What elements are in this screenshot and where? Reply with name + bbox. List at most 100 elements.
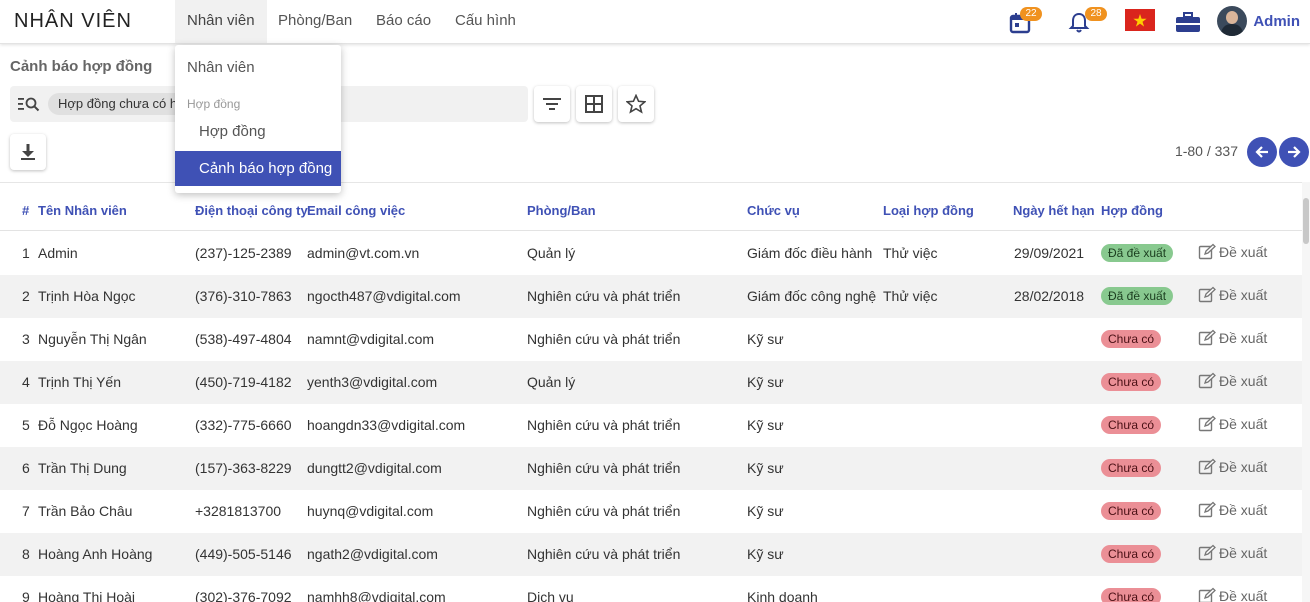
col-department[interactable]: Phòng/Ban xyxy=(527,203,596,218)
edit-icon xyxy=(1198,286,1216,303)
filter-button[interactable] xyxy=(534,86,570,122)
propose-button[interactable]: Đề xuất xyxy=(1198,458,1267,476)
cell-department: Quản lý xyxy=(527,374,576,390)
propose-label: Đề xuất xyxy=(1219,502,1268,518)
propose-button[interactable]: Đề xuất xyxy=(1198,587,1267,602)
col-contract[interactable]: Hợp đồng xyxy=(1101,203,1163,218)
cell-email: huynq@vdigital.com xyxy=(307,503,434,519)
table-row[interactable]: 2 Trịnh Hòa Ngọc (376)-310-7863 ngocth487@v… xyxy=(0,275,1302,318)
col-contract-type[interactable]: Loại hợp đồng xyxy=(883,203,974,218)
cell-name: Đỗ Ngọc Hoàng xyxy=(38,417,138,433)
table-row[interactable]: 8 Hoàng Anh Hoàng (449)-505-5146 ngath2@vdi… xyxy=(0,533,1302,576)
col-phone[interactable]: Điện thoại công ty xyxy=(195,203,308,218)
nav-dropdown-menu: Nhân viên Hợp đồng Hợp đồng Cảnh báo hợp… xyxy=(175,45,341,193)
dropdown-item-canh-bao-hop-dong[interactable]: Cảnh báo hợp đồng xyxy=(175,151,341,186)
calendar-button[interactable]: 22 xyxy=(1006,7,1042,36)
table-row[interactable]: 1 Admin (237)-125-2389 admin@vt.com.vn Quản … xyxy=(0,232,1302,275)
propose-label: Đề xuất xyxy=(1219,459,1268,475)
cell-position: Kỹ sư xyxy=(747,417,784,433)
propose-button[interactable]: Đề xuất xyxy=(1198,243,1267,261)
cell-number: 2 xyxy=(22,288,30,304)
edit-icon xyxy=(1198,372,1216,389)
status-badge: Chưa có xyxy=(1101,459,1162,477)
status-badge: Chưa có xyxy=(1101,588,1162,602)
search-list-icon xyxy=(18,97,40,112)
propose-button[interactable]: Đề xuất xyxy=(1198,372,1267,390)
propose-button[interactable]: Đề xuất xyxy=(1198,544,1267,562)
dropdown-item-hop-dong[interactable]: Hợp đồng xyxy=(175,123,341,140)
download-icon xyxy=(21,144,35,160)
cell-email: namhh8@vdigital.com xyxy=(307,589,446,602)
cell-phone: +3281813700 xyxy=(195,503,282,519)
notification-button[interactable]: 28 xyxy=(1065,7,1107,36)
dropdown-item-nhan-vien[interactable]: Nhân viên xyxy=(175,59,341,76)
cell-name: Trịnh Thị Yến xyxy=(38,374,122,390)
cell-position: Kỹ sư xyxy=(747,374,784,390)
table-scrollbar[interactable] xyxy=(1302,182,1310,602)
cell-department: Nghiên cứu và phát triển xyxy=(527,460,681,476)
propose-button[interactable]: Đề xuất xyxy=(1198,415,1267,433)
table-row[interactable]: 4 Trịnh Thị Yến (450)-719-4182 yenth3@vdigi… xyxy=(0,361,1302,404)
download-button[interactable] xyxy=(10,134,46,170)
table-row[interactable]: 3 Nguyễn Thị Ngân (538)-497-4804 namnt@vdig… xyxy=(0,318,1302,361)
favorites-button[interactable] xyxy=(618,86,654,122)
status-badge: Chưa có xyxy=(1101,373,1162,391)
col-position[interactable]: Chức vụ xyxy=(747,203,800,218)
cell-phone: (538)-497-4804 xyxy=(195,331,292,347)
scrollbar-thumb[interactable] xyxy=(1303,198,1309,244)
status-badge: Chưa có xyxy=(1101,502,1162,520)
cell-name: Hoàng Anh Hoàng xyxy=(38,546,153,562)
pager-info: 1-80 / 337 xyxy=(1174,143,1238,159)
top-bar: NHÂN VIÊN Nhân viên Phòng/Ban Báo cáo Cấ… xyxy=(0,0,1310,44)
group-by-button[interactable] xyxy=(576,86,612,122)
cell-position: Kinh doanh xyxy=(747,589,818,602)
cell-name: Trần Thị Dung xyxy=(38,460,127,476)
cell-email: hoangdn33@vdigital.com xyxy=(307,417,466,433)
app-title: NHÂN VIÊN xyxy=(14,10,132,32)
cell-position: Kỹ sư xyxy=(747,460,784,476)
propose-label: Đề xuất xyxy=(1219,244,1268,260)
user-menu[interactable]: Admin xyxy=(1217,6,1300,36)
table-row[interactable]: 7 Trần Bảo Châu +3281813700 huynq@vdigital.… xyxy=(0,490,1302,533)
edit-icon xyxy=(1198,501,1216,518)
notification-badge: 28 xyxy=(1085,7,1107,21)
cell-number: 3 xyxy=(22,331,30,347)
search-filter-chip[interactable]: Hợp đồng chưa có hiệu lực xyxy=(48,93,188,115)
propose-label: Đề xuất xyxy=(1219,545,1268,561)
calendar-badge: 22 xyxy=(1020,7,1042,21)
next-page-button[interactable] xyxy=(1279,137,1309,167)
propose-button[interactable]: Đề xuất xyxy=(1198,329,1267,347)
nav-nhan-vien[interactable]: Nhân viên xyxy=(175,0,267,43)
col-name[interactable]: Tên Nhân viên xyxy=(38,203,127,218)
table-row[interactable]: 5 Đỗ Ngọc Hoàng (332)-775-6660 hoangdn33@vd… xyxy=(0,404,1302,447)
cell-expiry: 29/09/2021 xyxy=(1014,245,1085,261)
cell-position: Giám đốc công nghệ xyxy=(747,288,877,304)
language-button[interactable] xyxy=(1125,9,1155,31)
cell-email: namnt@vdigital.com xyxy=(307,331,435,347)
edit-icon xyxy=(1198,329,1216,346)
nav-cau-hinh[interactable]: Cấu hình xyxy=(443,0,528,43)
col-expiry[interactable]: Ngày hết hạn xyxy=(1013,203,1095,218)
cell-contract-type: Thử việc xyxy=(883,245,938,261)
nav-phong-ban[interactable]: Phòng/Ban xyxy=(266,0,364,43)
col-email[interactable]: Email công việc xyxy=(307,203,405,218)
cell-number: 7 xyxy=(22,503,30,519)
col-number[interactable]: # xyxy=(22,203,29,218)
table-row[interactable]: 9 Hoàng Thị Hoài (302)-376-7092 namhh8@vdig… xyxy=(0,576,1302,602)
cell-email: ngocth487@vdigital.com xyxy=(307,288,461,304)
propose-label: Đề xuất xyxy=(1219,287,1268,303)
propose-button[interactable]: Đề xuất xyxy=(1198,286,1267,304)
table-row[interactable]: 6 Trần Thị Dung (157)-363-8229 dungtt2@vdig… xyxy=(0,447,1302,490)
apps-button[interactable] xyxy=(1174,8,1204,36)
edit-icon xyxy=(1198,243,1216,260)
employee-table: # Tên Nhân viên Điện thoại công ty Email… xyxy=(0,182,1302,602)
prev-page-button[interactable] xyxy=(1247,137,1277,167)
edit-icon xyxy=(1198,587,1216,602)
cell-position: Kỹ sư xyxy=(747,331,784,347)
propose-button[interactable]: Đề xuất xyxy=(1198,501,1267,519)
user-name: Admin xyxy=(1253,12,1300,30)
cell-email: yenth3@vdigital.com xyxy=(307,374,438,390)
status-badge: Chưa có xyxy=(1101,545,1162,563)
nav-bao-cao[interactable]: Báo cáo xyxy=(364,0,443,43)
cell-department: Nghiên cứu và phát triển xyxy=(527,417,681,433)
